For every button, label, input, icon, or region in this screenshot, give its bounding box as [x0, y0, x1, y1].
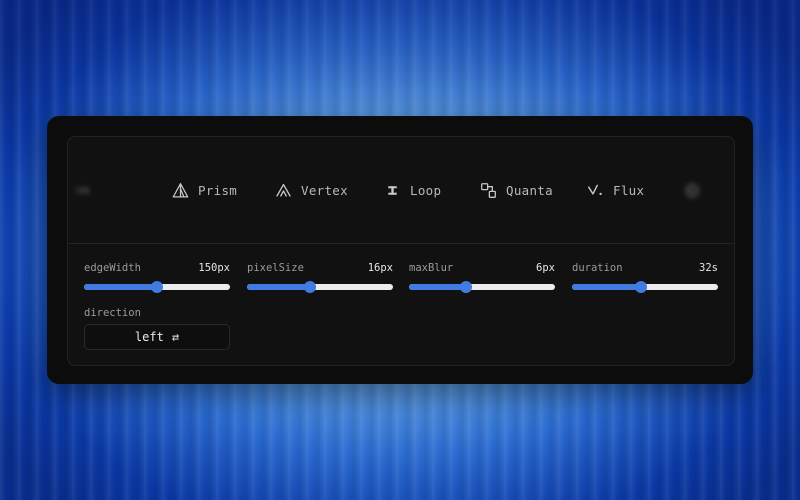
- control-label: duration: [572, 262, 623, 274]
- quanta-icon: [481, 182, 496, 198]
- slider-fill: [572, 284, 641, 290]
- control-duration: duration 32s: [572, 261, 718, 293]
- loop-icon: [388, 185, 397, 195]
- slider-thumb[interactable]: [151, 281, 163, 293]
- globe-icon: [685, 182, 700, 198]
- slider-fill: [247, 284, 310, 290]
- max-blur-slider[interactable]: [409, 281, 555, 293]
- marquee-logo-quanta: Quanta: [480, 180, 553, 200]
- control-value: 150px: [198, 262, 230, 274]
- demo-panel: Prism Vertex Loop Quanta Flux edgeWidth …: [47, 116, 753, 384]
- marquee-logo: [684, 180, 710, 200]
- prism-icon: [172, 182, 189, 198]
- marquee-logo-label: Quanta: [506, 182, 553, 198]
- blurred-logo-icon: [75, 186, 90, 194]
- control-label: maxBlur: [409, 262, 454, 274]
- swap-arrows-icon: ⇄: [171, 330, 180, 344]
- logo-marquee: Prism Vertex Loop Quanta Flux: [68, 137, 734, 244]
- direction-toggle-button[interactable]: left ⇄: [84, 324, 230, 350]
- slider-thumb[interactable]: [303, 281, 316, 293]
- marquee-logo-loop: Loop: [384, 180, 441, 200]
- control-pixel-size: pixelSize 16px: [247, 261, 393, 293]
- slider-fill: [409, 284, 466, 290]
- pixel-size-slider[interactable]: [247, 281, 393, 293]
- marquee-logo-flux: Flux: [587, 180, 644, 200]
- vertex-icon: [276, 183, 291, 197]
- control-value: 6px: [536, 262, 555, 274]
- control-value: 32s: [699, 262, 718, 274]
- marquee-logo-label: Vertex: [301, 182, 348, 198]
- control-label: edgeWidth: [84, 262, 141, 274]
- marquee-logo-prism: Prism: [172, 180, 237, 200]
- duration-slider[interactable]: [572, 281, 718, 293]
- direction-value: left: [134, 330, 164, 344]
- marquee-logo-vertex: Vertex: [275, 180, 348, 200]
- control-max-blur: maxBlur 6px: [409, 261, 555, 293]
- edge-width-slider[interactable]: [84, 281, 230, 293]
- flux-icon: [587, 184, 602, 195]
- slider-thumb[interactable]: [459, 281, 472, 293]
- marquee-logo-label: Prism: [198, 182, 238, 198]
- marquee-logo-label: Flux: [613, 182, 645, 198]
- direction-label: direction: [84, 307, 141, 319]
- slider-fill: [84, 284, 157, 290]
- control-edge-width: edgeWidth 150px: [84, 261, 230, 293]
- control-value: 16px: [367, 262, 393, 274]
- slider-thumb[interactable]: [634, 281, 647, 293]
- marquee-logo: [74, 180, 100, 200]
- demo-card: Prism Vertex Loop Quanta Flux edgeWidth …: [67, 136, 735, 366]
- control-label: pixelSize: [247, 262, 304, 274]
- marquee-logo-label: Loop: [410, 182, 442, 198]
